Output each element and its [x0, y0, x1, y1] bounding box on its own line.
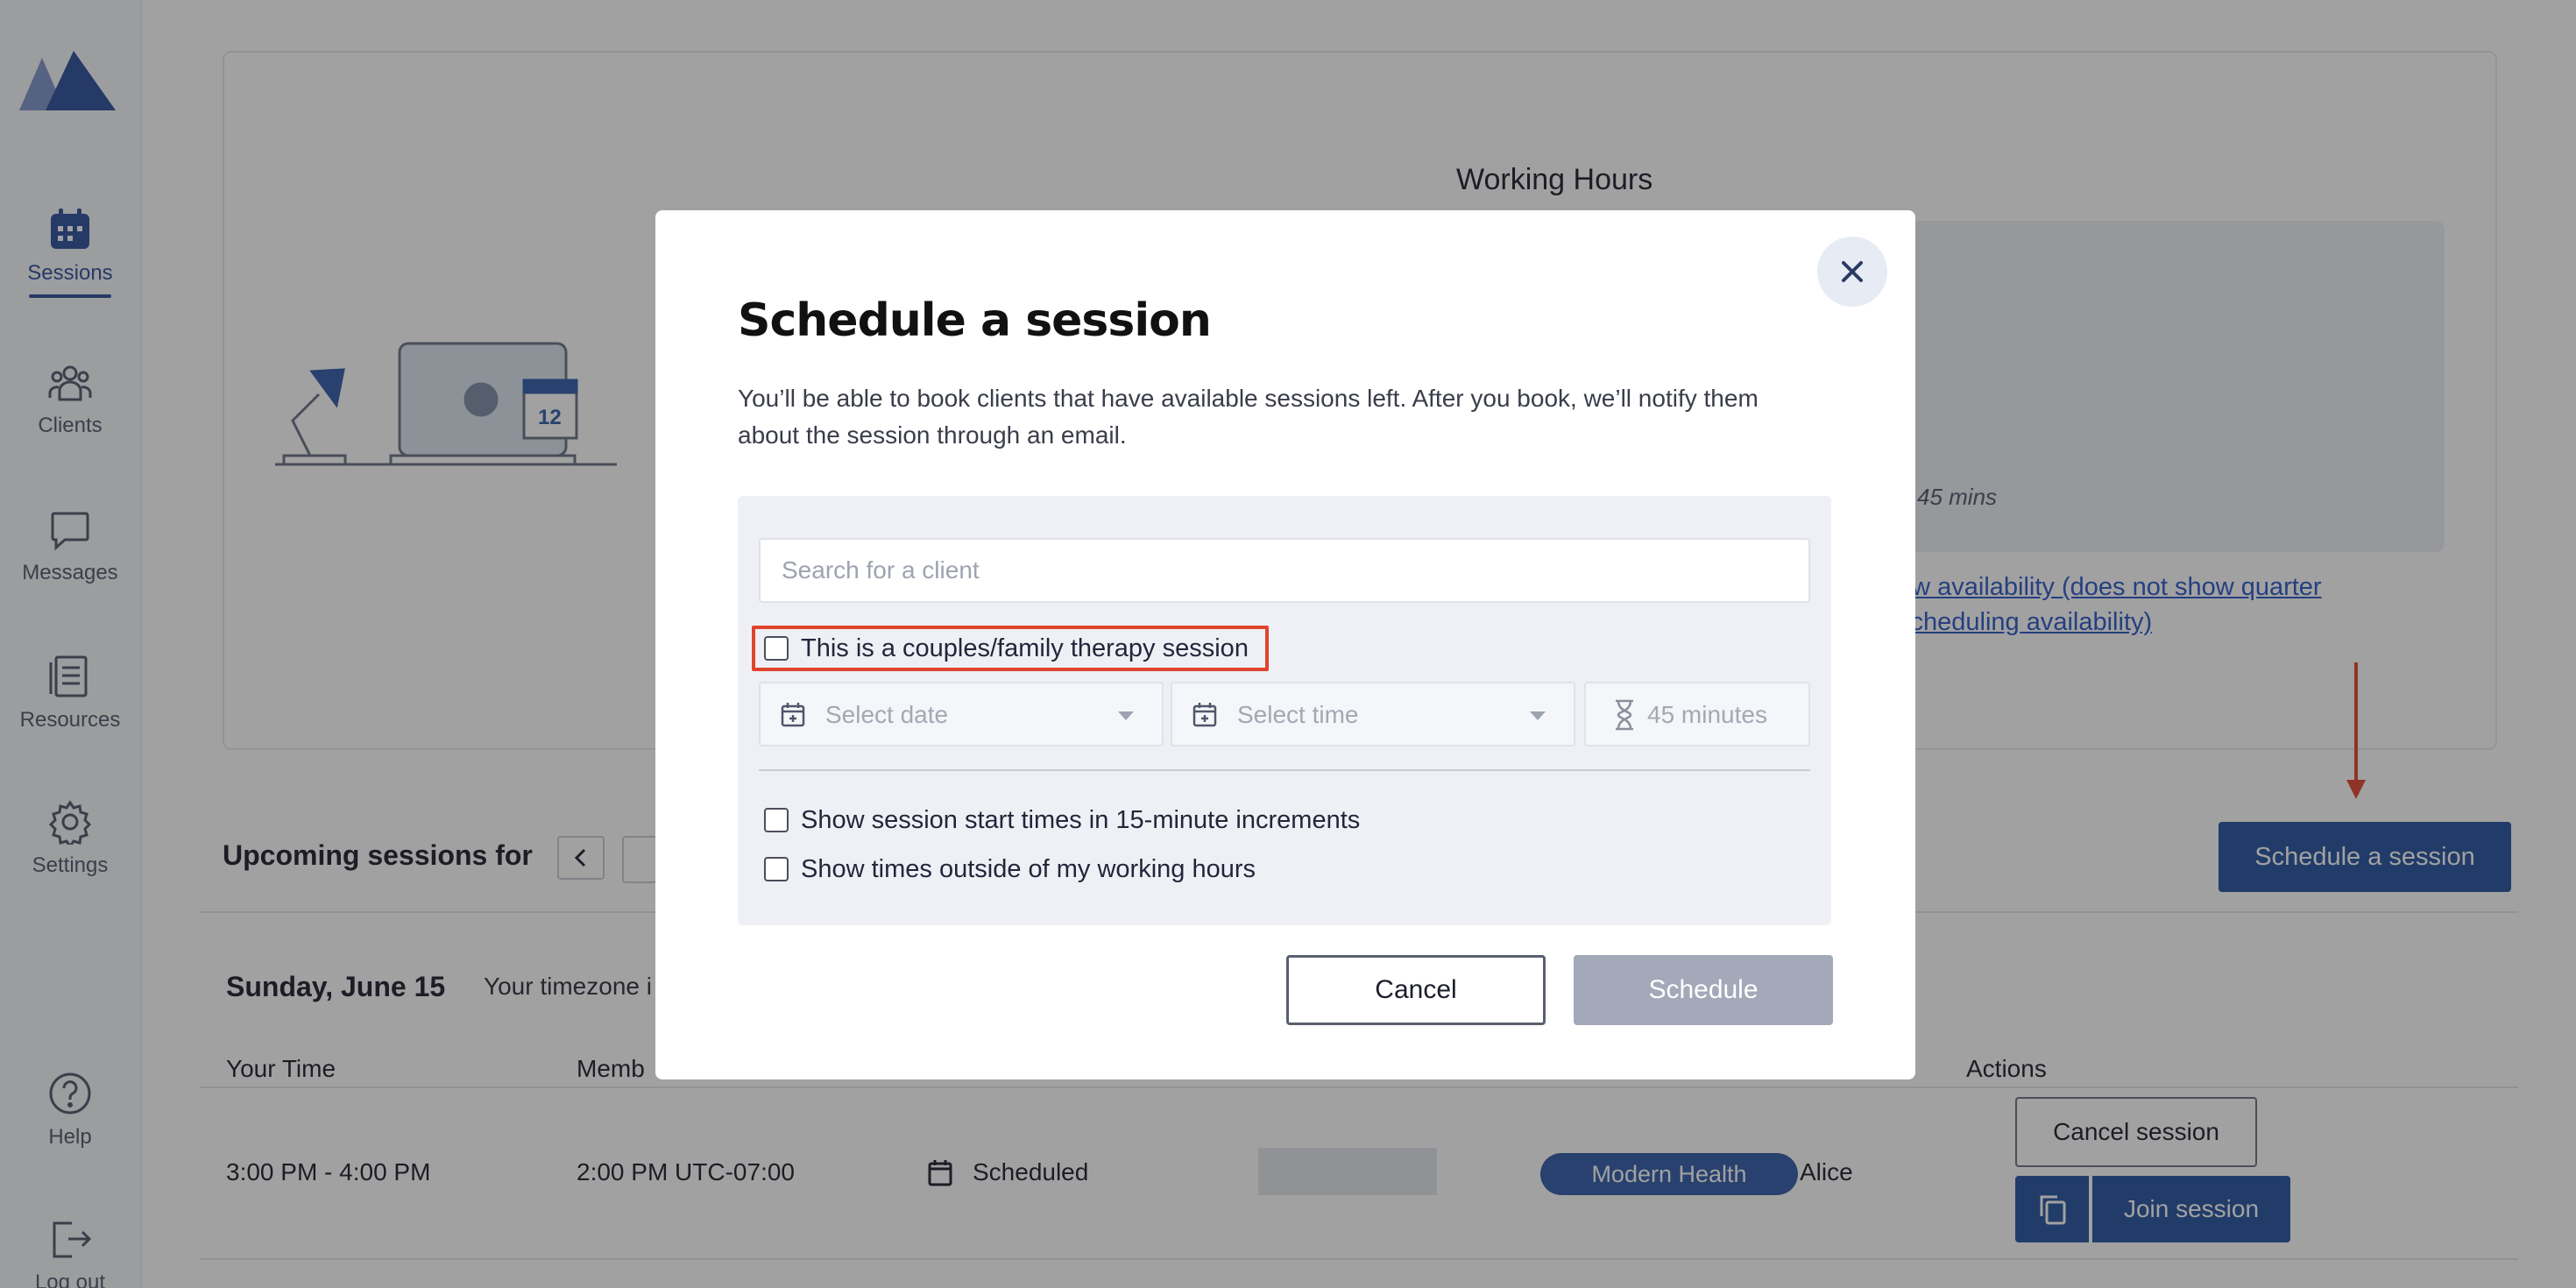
close-icon	[1842, 261, 1863, 282]
schedule-session-modal: Schedule a session You’ll be able to boo…	[655, 210, 1915, 1079]
couples-therapy-checkbox[interactable]	[764, 636, 789, 661]
couples-therapy-label[interactable]: This is a couples/family therapy session	[801, 634, 1249, 663]
form-divider	[759, 769, 1810, 771]
time-select-value: Select time	[1237, 701, 1359, 728]
chevron-down-icon	[1530, 711, 1546, 720]
close-button[interactable]	[1817, 237, 1887, 307]
time-select[interactable]: Select time	[1171, 682, 1575, 747]
date-select-value: Select date	[825, 701, 949, 728]
schedule-button[interactable]: Schedule	[1574, 955, 1833, 1025]
calendar-plus-icon	[1192, 703, 1217, 727]
chevron-down-icon	[1118, 711, 1134, 720]
outside-hours-checkbox[interactable]	[764, 857, 789, 881]
modal-title: Schedule a session	[738, 294, 1212, 347]
increments-checkbox[interactable]	[764, 808, 789, 832]
duration-value: 45 minutes	[1647, 701, 1767, 728]
date-select[interactable]: Select date	[759, 682, 1164, 747]
cancel-button[interactable]: Cancel	[1286, 955, 1546, 1025]
hourglass-icon	[1616, 699, 1633, 731]
increments-label[interactable]: Show session start times in 15-minute in…	[801, 806, 1360, 835]
outside-hours-label[interactable]: Show times outside of my working hours	[801, 855, 1256, 884]
duration-field: 45 minutes	[1584, 682, 1810, 747]
schedule-form: This is a couples/family therapy session…	[738, 496, 1831, 925]
modal-description: You’ll be able to book clients that have…	[738, 385, 1759, 449]
client-search-input[interactable]	[759, 538, 1810, 603]
calendar-plus-icon	[781, 703, 805, 727]
